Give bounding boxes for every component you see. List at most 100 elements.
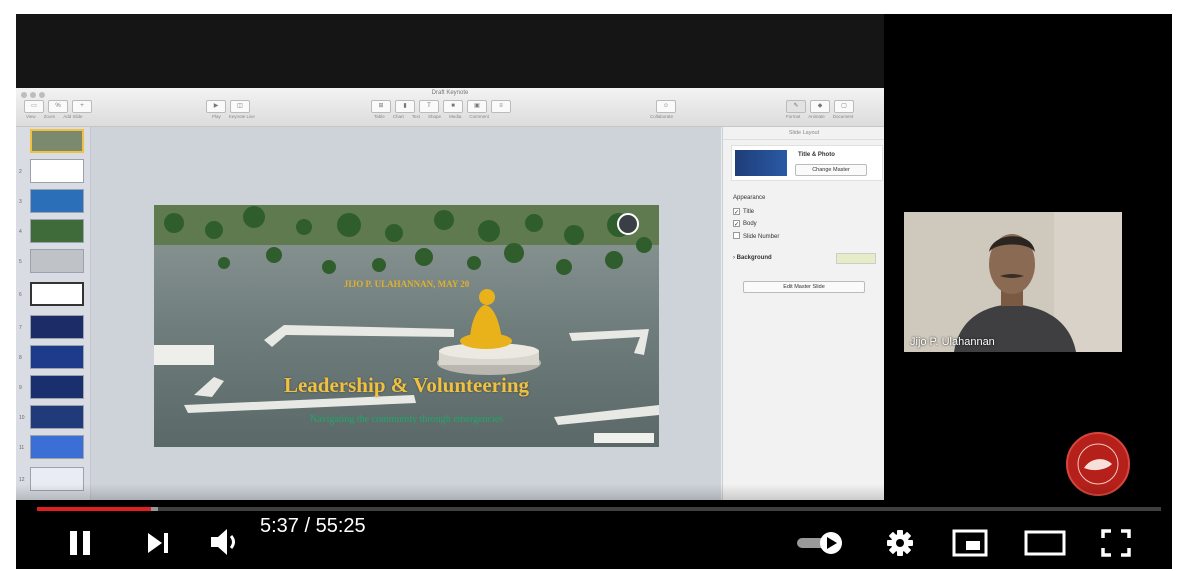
toolbar-label-comment: Comment <box>469 114 489 119</box>
checkbox-icon[interactable]: ✓ <box>733 220 740 228</box>
shape-button[interactable]: ■ <box>443 100 463 113</box>
appearance-label: Appearance <box>733 195 766 201</box>
current-slide[interactable]: JIJO P. ULAHANNAN, MAY 20 Leadership & V… <box>154 205 659 447</box>
slide-number: 8 <box>19 355 22 361</box>
toolbar-label-chart: Chart <box>392 114 404 119</box>
time-display: 5:37 / 55:25 <box>260 515 366 537</box>
slide-title: Leadership & Volunteering <box>283 373 530 397</box>
format-button[interactable]: ✎ <box>786 100 806 113</box>
view-button[interactable]: ▭ <box>24 100 44 113</box>
slide-number: 3 <box>19 199 22 205</box>
played-bar <box>37 507 151 511</box>
toolbar-label-media: Media <box>449 114 462 119</box>
format-inspector: Slide Layout Title & Photo Change Master… <box>722 127 885 500</box>
flood-photo <box>154 205 659 447</box>
slide-thumbnail[interactable] <box>30 159 84 183</box>
toolbar-label-table: Table <box>374 114 385 119</box>
slide-number: 2 <box>19 169 22 175</box>
autoplay-toggle[interactable] <box>792 528 848 558</box>
table-button[interactable]: ⊞ <box>371 100 391 113</box>
slide-thumbnail[interactable] <box>30 345 84 369</box>
document-button[interactable]: ▢ <box>834 100 854 113</box>
presenter-video <box>904 212 1122 352</box>
toolbar-label-shape: Shape <box>428 114 442 119</box>
pause-icon <box>70 531 90 555</box>
background-row[interactable]: › Background <box>733 255 772 261</box>
toolbar-label-view: View <box>26 114 36 119</box>
slide-thumbnail[interactable] <box>30 435 84 459</box>
slide-number: 10 <box>19 415 25 421</box>
collaborate-button[interactable]: ☺ <box>656 100 676 113</box>
toolbar-label-zoom: Zoom <box>43 114 56 119</box>
settings-icon <box>887 530 913 556</box>
change-master-button[interactable]: Change Master <box>795 164 867 176</box>
toolbar-label-text: Text <box>411 114 421 119</box>
checkbox-icon[interactable] <box>733 232 740 239</box>
body-checkbox-label: Body <box>743 221 757 227</box>
toolbar-label-document: Document <box>832 114 854 119</box>
theater-icon <box>1024 530 1066 556</box>
play-button[interactable]: ▶ <box>206 100 226 113</box>
miniplayer-button[interactable] <box>948 526 992 560</box>
zoom-button[interactable]: % <box>48 100 68 113</box>
webcam-feed: Jijo P. Ulahannan <box>904 212 1122 352</box>
inspector-header: Slide Layout <box>723 127 885 140</box>
autoplay-toggle-icon <box>797 532 842 554</box>
edit-master-slide-button[interactable]: Edit Master Slide <box>743 281 865 293</box>
slide-thumbnail[interactable] <box>30 219 84 243</box>
slide-thumbnail[interactable] <box>30 375 84 399</box>
master-thumbnail[interactable] <box>735 150 787 176</box>
slide-thumbnail[interactable] <box>30 189 84 213</box>
checkbox-icon[interactable]: ✓ <box>733 208 740 216</box>
next-icon <box>148 533 168 553</box>
slide-thumbnail[interactable] <box>30 129 84 153</box>
background-label: Background <box>736 255 772 261</box>
next-button[interactable] <box>138 526 178 560</box>
toolbar-label-format: Format <box>786 114 801 119</box>
keynote-window: Draft Keynote ▭ % + View Zoom Add Slide … <box>16 88 885 500</box>
pause-button[interactable] <box>60 526 100 560</box>
slide-navigator[interactable]: 2 3 4 5 6 7 8 9 10 11 12 <box>16 127 91 500</box>
fullscreen-button[interactable] <box>1096 526 1136 560</box>
slide-canvas[interactable]: JIJO P. ULAHANNAN, MAY 20 Leadership & V… <box>91 127 721 500</box>
slide-number: 5 <box>19 259 22 265</box>
document-title: Draft Keynote <box>431 90 469 96</box>
toolbar-label-add-slide: Add Slide <box>63 114 83 119</box>
slide-thumbnail[interactable] <box>30 315 84 339</box>
slide-logo-badge <box>617 213 639 235</box>
controls-scrim <box>16 484 1172 569</box>
slide-thumbnail[interactable] <box>30 405 84 429</box>
shared-screen: Draft Keynote ▭ % + View Zoom Add Slide … <box>16 14 885 500</box>
slide-number: 4 <box>19 229 22 235</box>
background-color-swatch[interactable] <box>836 253 876 264</box>
comment-button[interactable]: ≡ <box>491 100 511 113</box>
fullscreen-icon <box>1101 529 1131 557</box>
toolbar-label-keynote-live: Keynote Live <box>228 114 255 119</box>
master-name: Title & Photo <box>798 152 835 158</box>
theater-mode-button[interactable] <box>1020 526 1070 560</box>
volume-icon <box>211 529 235 555</box>
slide-number: 7 <box>19 325 22 331</box>
body-checkbox-row[interactable]: ✓ Body <box>733 220 757 228</box>
slide-number-checkbox-label: Slide Number <box>743 234 780 240</box>
keynote-live-button[interactable]: ◫ <box>230 100 250 113</box>
volume-button[interactable] <box>204 524 248 560</box>
keynote-toolbar: Draft Keynote ▭ % + View Zoom Add Slide … <box>16 88 884 127</box>
slide-number: 9 <box>19 385 22 391</box>
miniplayer-icon <box>952 529 988 557</box>
slide-thumbnail[interactable] <box>30 282 84 306</box>
text-button[interactable]: T <box>419 100 439 113</box>
animate-button[interactable]: ◆ <box>810 100 830 113</box>
slide-number: 12 <box>19 477 25 483</box>
media-button[interactable]: ▣ <box>467 100 487 113</box>
toolbar-label-play: Play <box>212 114 221 119</box>
slide-number: 6 <box>19 292 22 298</box>
progress-bar[interactable] <box>37 507 1161 511</box>
slide-number-checkbox-row[interactable]: Slide Number <box>733 232 779 240</box>
slide-thumbnail[interactable] <box>30 249 84 273</box>
settings-button[interactable] <box>880 526 920 560</box>
chart-button[interactable]: ▮ <box>395 100 415 113</box>
slide-number: 11 <box>19 445 25 451</box>
title-checkbox-row[interactable]: ✓ Title <box>733 208 754 216</box>
add-slide-button[interactable]: + <box>72 100 92 113</box>
